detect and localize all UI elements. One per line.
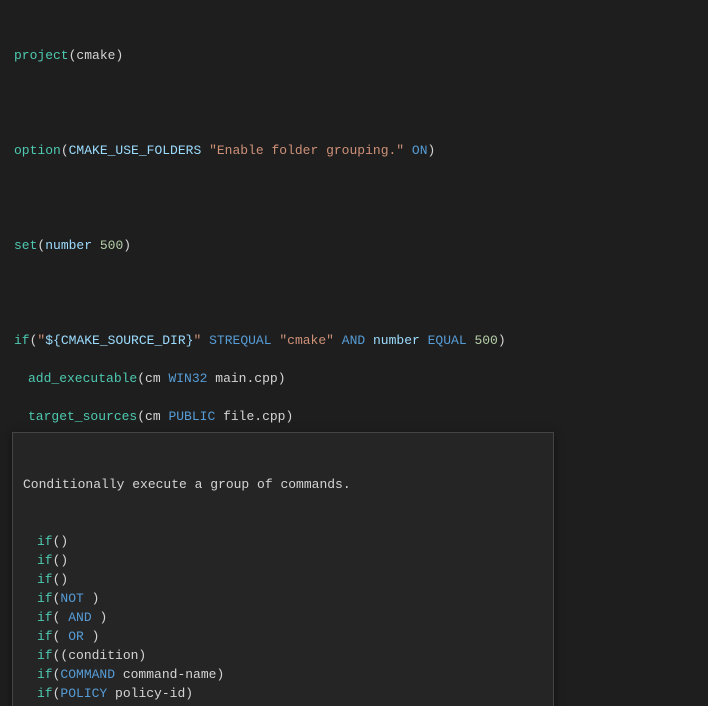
blank-line (14, 274, 708, 293)
tooltip-row: if(NOT ) (23, 589, 543, 608)
tooltip-row: if() (23, 532, 543, 551)
keyword-target-sources: target_sources (28, 409, 137, 424)
code-line: option(CMAKE_USE_FOLDERS "Enable folder … (14, 141, 708, 160)
tooltip-row: if(COMMAND command-name) (23, 665, 543, 684)
tooltip-row: if() (23, 570, 543, 589)
hover-tooltip: Conditionally execute a group of command… (12, 432, 554, 706)
blank-line (14, 179, 708, 198)
code-line: project(cmake) (14, 46, 708, 65)
tooltip-row: if( AND ) (23, 608, 543, 627)
code-line: add_executable(cm WIN32 main.cpp) (14, 369, 708, 388)
tooltip-row: if((condition) (23, 646, 543, 665)
keyword-set: set (14, 238, 37, 253)
tooltip-title: Conditionally execute a group of command… (23, 475, 543, 494)
keyword-option: option (14, 143, 61, 158)
code-line: set(number 500) (14, 236, 708, 255)
blank-line (14, 84, 708, 103)
keyword-add-executable: add_executable (28, 371, 137, 386)
keyword-if: if (14, 333, 30, 348)
code-line: if("${CMAKE_SOURCE_DIR}" STREQUAL "cmake… (14, 331, 708, 350)
code-line: target_sources(cm PUBLIC file.cpp) (14, 407, 708, 426)
tooltip-row: if() (23, 551, 543, 570)
keyword-project: project (14, 48, 69, 63)
tooltip-row: if(POLICY policy-id) (23, 684, 543, 703)
tooltip-row: if( OR ) (23, 627, 543, 646)
